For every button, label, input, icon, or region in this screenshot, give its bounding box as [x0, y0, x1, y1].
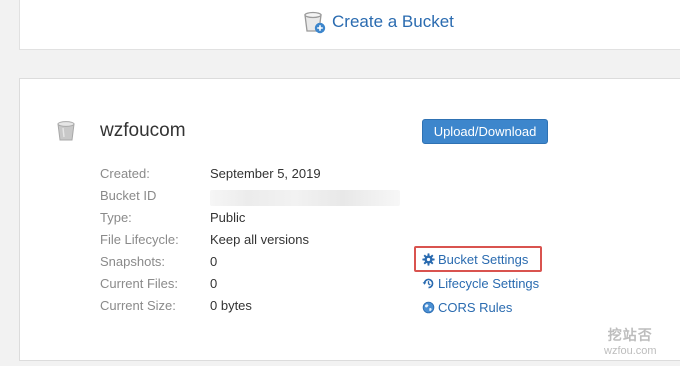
detail-value: 0 bytes	[210, 298, 252, 313]
lifecycle-settings-label: Lifecycle Settings	[438, 276, 540, 291]
watermark-title: 挖站否	[607, 327, 653, 343]
detail-label: Created:	[100, 166, 150, 181]
upload-download-button[interactable]: Upload/Download	[422, 119, 548, 144]
bucket-id-redacted	[210, 190, 400, 206]
bucket-add-icon	[304, 11, 326, 34]
cors-rules-link[interactable]: CORS Rules	[422, 300, 512, 315]
create-bucket-label: Create a Bucket	[332, 12, 454, 31]
detail-value: Keep all versions	[210, 232, 309, 247]
detail-label: Snapshots:	[100, 254, 166, 269]
detail-value: Public	[210, 210, 246, 225]
lifecycle-settings-link[interactable]: Lifecycle Settings	[422, 276, 539, 291]
watermark-url: wzfou.com	[604, 345, 657, 357]
watermark: 挖站否 wzfou.com	[604, 325, 657, 357]
create-bucket-link[interactable]: Create a Bucket	[302, 10, 454, 34]
create-bucket-card: Create a Bucket	[19, 0, 680, 50]
detail-value: 0	[210, 276, 218, 291]
detail-value: September 5, 2019	[210, 166, 321, 181]
cors-rules-label: CORS Rules	[438, 300, 513, 315]
detail-label: Current Size:	[100, 298, 176, 313]
detail-label: Current Files:	[100, 276, 179, 291]
gear-icon	[422, 253, 435, 266]
bucket-settings-label: Bucket Settings	[438, 252, 529, 267]
detail-label: Type:	[100, 210, 132, 225]
bucket-name: wzfoucom	[100, 120, 186, 141]
globe-icon	[422, 301, 435, 314]
bucket-settings-link[interactable]: Bucket Settings	[422, 252, 528, 267]
detail-label: Bucket ID	[100, 188, 157, 203]
bucket-icon	[57, 121, 75, 141]
history-icon	[422, 278, 434, 289]
detail-value: 0	[210, 254, 218, 269]
detail-label: File Lifecycle:	[100, 232, 179, 247]
